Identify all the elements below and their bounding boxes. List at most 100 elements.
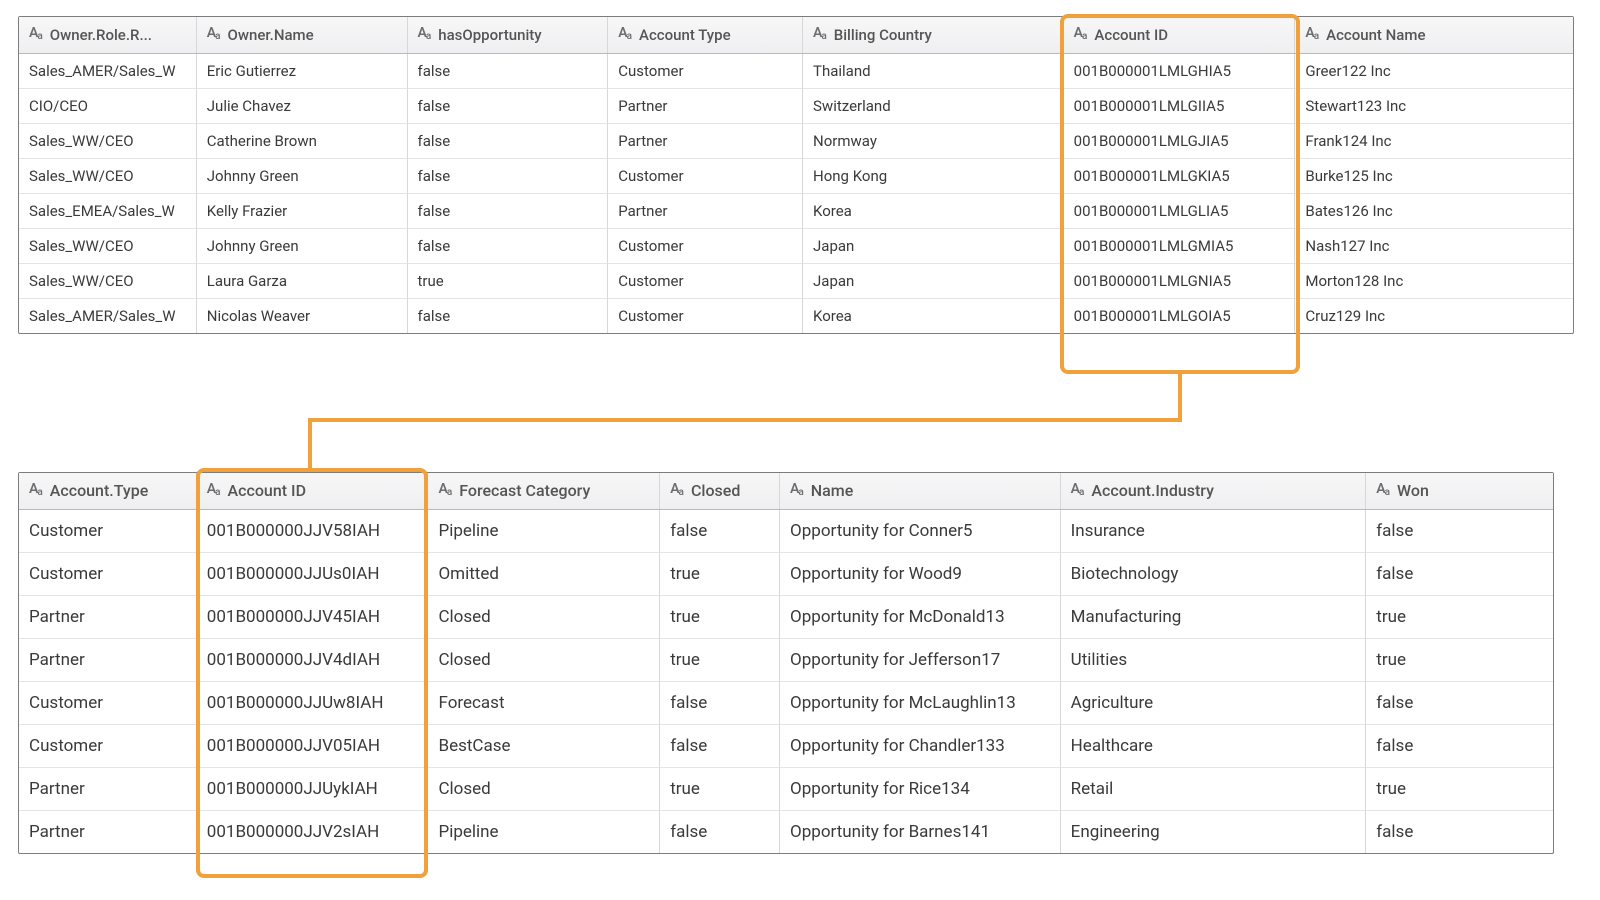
table-cell: BestCase [428,725,660,768]
table-cell: Stewart123 Inc [1295,89,1573,124]
table-row: Customer001B000000JJUw8IAHForecastfalseO… [19,682,1553,725]
table-row: Customer001B000000JJV05IAHBestCasefalseO… [19,725,1553,768]
column-header[interactable]: AaClosed [660,473,780,509]
table-cell: Sales_WW/CEO [19,124,197,159]
table-cell: Sales_WW/CEO [19,229,197,264]
column-header[interactable]: AaAccount ID [197,473,429,509]
column-header[interactable]: AaWon [1366,473,1553,509]
column-header-label: Name [811,481,853,501]
table-cell: true [1366,768,1553,811]
table-cell: 001B000000JJV05IAH [197,725,429,768]
text-type-icon: Aa [207,23,221,45]
column-header-label: Account ID [1094,25,1168,45]
table-cell: Customer [608,159,803,194]
table-cell: CIO/CEO [19,89,197,124]
table-cell: Greer122 Inc [1295,54,1573,89]
table-row: Customer001B000000JJV58IAHPipelinefalseO… [19,510,1553,553]
table-cell: false [1366,682,1553,725]
column-header-label: Account.Industry [1091,481,1214,501]
table-cell: false [408,124,609,159]
table-cell: false [1366,553,1553,596]
column-header[interactable]: AahasOpportunity [408,17,609,53]
table-cell: true [660,768,780,811]
table-cell: Partner [608,124,803,159]
table-cell: Laura Garza [197,264,408,299]
column-header-label: Forecast Category [459,481,590,501]
table-row: Partner001B000000JJV2sIAHPipelinefalseOp… [19,811,1553,853]
text-type-icon: Aa [29,23,43,45]
text-type-icon: Aa [438,479,452,501]
table-cell: false [1366,811,1553,853]
table-cell: Kelly Frazier [197,194,408,229]
table-cell: Sales_WW/CEO [19,159,197,194]
table-cell: Korea [803,194,1064,229]
column-header-label: Billing Country [834,25,932,45]
column-header[interactable]: AaAccount Name [1295,17,1573,53]
table-row: Sales_AMER/Sales_WNicolas WeaverfalseCus… [19,299,1573,333]
table-cell: Julie Chavez [197,89,408,124]
table-cell: false [1366,725,1553,768]
column-header-label: Won [1397,481,1429,501]
table-cell: Closed [428,768,660,811]
table-cell: 001B000000JJV2sIAH [197,811,429,853]
table-cell: Sales_WW/CEO [19,264,197,299]
table-cell: Partner [608,194,803,229]
table-row: Customer001B000000JJUs0IAHOmittedtrueOpp… [19,553,1553,596]
column-header[interactable]: AaAccount.Type [19,473,197,509]
table-cell: Customer [19,725,197,768]
table-cell: Johnny Green [197,159,408,194]
table-cell: Customer [19,510,197,553]
table-cell: Nash127 Inc [1295,229,1573,264]
table-cell: Customer [19,682,197,725]
column-header[interactable]: AaAccount Type [608,17,803,53]
text-type-icon: Aa [790,479,804,501]
table-cell: true [660,639,780,682]
column-header[interactable]: AaAccount.Industry [1061,473,1367,509]
column-header[interactable]: Aa Forecast Category [428,473,660,509]
table-cell: 001B000000JJUykIAH [197,768,429,811]
table-cell: Engineering [1061,811,1367,853]
table-cell: Opportunity for Jefferson17 [780,639,1061,682]
table-cell: false [408,159,609,194]
table-row: Partner001B000000JJV45IAHClosedtrueOppor… [19,596,1553,639]
table-row: Sales_EMEA/Sales_WKelly FrazierfalsePart… [19,194,1573,229]
table-row: Sales_AMER/Sales_WEric GutierrezfalseCus… [19,54,1573,89]
table-cell: Switzerland [803,89,1064,124]
column-header[interactable]: AaOwner.Name [197,17,408,53]
column-header[interactable]: Aa Billing Country [803,17,1064,53]
table-cell: 001B000001LMLGKIA5 [1064,159,1296,194]
table-cell: Opportunity for Wood9 [780,553,1061,596]
table-cell: Customer [19,553,197,596]
column-header[interactable]: AaAccount ID [1064,17,1296,53]
table-cell: 001B000001LMLGMIA5 [1064,229,1296,264]
table-cell: Hong Kong [803,159,1064,194]
table-cell: Pipeline [428,811,660,853]
column-header-label: Account ID [228,481,306,501]
table-cell: Opportunity for McDonald13 [780,596,1061,639]
table-row: Partner001B000000JJUykIAHClosedtrueOppor… [19,768,1553,811]
table-row: Sales_WW/CEOLaura GarzatrueCustomerJapan… [19,264,1573,299]
column-header[interactable]: Aa Name [780,473,1061,509]
table-row: Sales_WW/CEOJohnny GreenfalseCustomerJap… [19,229,1573,264]
column-header[interactable]: AaOwner.Role.R... [19,17,197,53]
table-cell: Insurance [1061,510,1367,553]
table-cell: Forecast [428,682,660,725]
table-cell: 001B000000JJUs0IAH [197,553,429,596]
table-cell: Eric Gutierrez [197,54,408,89]
table-cell: Agriculture [1061,682,1367,725]
text-type-icon: Aa [813,23,827,45]
table-cell: Opportunity for Barnes141 [780,811,1061,853]
table-cell: true [1366,639,1553,682]
table-cell: false [408,299,609,333]
column-header-label: Account Name [1326,25,1425,45]
table-cell: Catherine Brown [197,124,408,159]
table-cell: false [660,811,780,853]
table-cell: true [660,596,780,639]
column-header-label: Closed [691,481,740,501]
accounts-table: AaOwner.Role.R...AaOwner.NameAahasOpport… [18,16,1574,334]
table-cell: Closed [428,639,660,682]
text-type-icon: Aa [29,479,43,501]
table-header-row: AaAccount.TypeAaAccount IDAaForecast Cat… [19,473,1553,510]
table-cell: Bates126 Inc [1295,194,1573,229]
table-cell: Sales_AMER/Sales_W [19,54,197,89]
